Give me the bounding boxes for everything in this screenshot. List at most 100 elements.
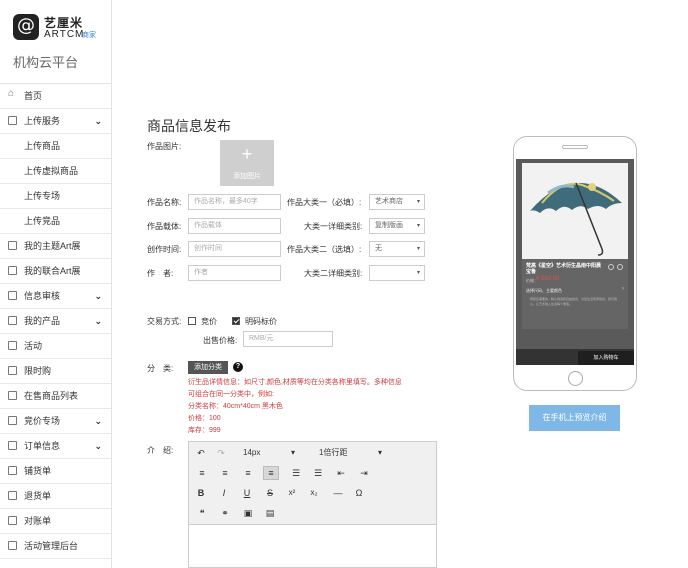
audit-icon	[8, 291, 17, 300]
sidebar-item[interactable]: 我的主题Art展	[0, 234, 111, 259]
fixed-price-checkbox[interactable]	[232, 317, 240, 325]
author-label: 作 者:	[147, 269, 174, 278]
sidebar-item[interactable]: 限时购	[0, 359, 111, 384]
activity-icon	[8, 341, 17, 350]
sidebar-item[interactable]: 我的产品 ⌄	[0, 309, 111, 334]
note-line: 库存：999	[188, 427, 221, 434]
video-icon[interactable]: ▤	[263, 507, 277, 519]
chevron-down-icon: ▾	[416, 223, 420, 229]
sidebar-subitem[interactable]: 上传商品	[0, 134, 111, 159]
cat2-detail-select[interactable]: ▾	[369, 265, 425, 281]
sidebar-item-label: 活动管理后台	[24, 541, 79, 551]
product-card: 梵高《星空》艺术衍生晶雨中阳晨宝鲁 价格： ¥ 580.00 选择尺码、主要颜色…	[522, 259, 628, 329]
sidebar-item-label: 在售商品列表	[24, 391, 79, 401]
sidebar-item-label: 首页	[24, 91, 43, 101]
time-label: 创作时间:	[147, 245, 182, 254]
sidebar-item[interactable]: 活动	[0, 334, 111, 359]
share-icon	[608, 264, 614, 270]
joint-icon	[8, 266, 17, 275]
sidebar-subitem[interactable]: 上传虚拟商品	[0, 159, 111, 184]
cat1-detail-value: 复制版画	[375, 222, 403, 229]
add-category-button[interactable]: 添加分类	[188, 361, 228, 374]
sidebar-item-label: 我的产品	[24, 316, 61, 326]
line-height-select[interactable]: 1倍行距	[319, 447, 347, 459]
sidebar-item-label: 竞价专场	[24, 416, 61, 426]
quote-icon[interactable]: ❝	[195, 507, 209, 519]
chevron-down-icon: ⌄	[94, 291, 102, 301]
indent-icon[interactable]: ⇥	[357, 467, 371, 479]
upload-image-button[interactable]: + 添加图片	[220, 140, 274, 186]
order-icon	[8, 441, 17, 450]
link-icon[interactable]: ⚭	[218, 507, 232, 519]
chevron-down-icon: ▾	[291, 448, 296, 457]
font-size-select[interactable]: 14px	[243, 447, 260, 459]
chevron-down-icon: ▾	[416, 270, 420, 276]
align-right-icon[interactable]: ≡	[241, 467, 255, 479]
product-price: ¥ 580.00	[536, 276, 560, 282]
subscript-icon[interactable]: x₂	[307, 487, 321, 499]
sidebar-item[interactable]: 信息审核 ⌄	[0, 284, 111, 309]
favorite-icon	[617, 264, 623, 270]
sidebar: @ 艺厘米 ARTCM 商家 机构云平台 ⌂ 首页 上传服务 ⌄ 上传商品 上传虚拟商品上…	[0, 0, 112, 568]
list-icon	[8, 391, 17, 400]
sidebar-item[interactable]: 对账单	[0, 509, 111, 534]
horizontal-rule-icon[interactable]: —	[331, 487, 345, 499]
doc-icon	[8, 516, 17, 525]
bold-icon[interactable]: B	[195, 487, 207, 499]
italic-icon[interactable]: I	[218, 487, 230, 499]
outdent-icon[interactable]: ⇤	[334, 467, 348, 479]
preview-on-phone-button[interactable]: 在手机上预览介绍	[529, 405, 620, 431]
chevron-down-icon: ⌄	[94, 316, 102, 326]
carrier-input[interactable]: 作品载体	[188, 218, 281, 234]
name-input[interactable]: 作品名称，最多40字	[188, 194, 281, 210]
sidebar-item[interactable]: 竞价专场 ⌄	[0, 409, 111, 434]
sidebar-subitem[interactable]: 上传专场	[0, 184, 111, 209]
note-line: 衍生品详情信息：如尺寸,颜色,材质等均在分类各称里填写。多种信息	[188, 379, 402, 386]
price-input[interactable]: RMB/元	[243, 331, 333, 347]
strikethrough-icon[interactable]: S	[264, 487, 276, 499]
chevron-down-icon: ⌄	[94, 116, 102, 126]
bullet-list-icon[interactable]: ☰	[289, 467, 303, 479]
doc-icon	[8, 491, 17, 500]
align-left-icon[interactable]: ≡	[195, 467, 209, 479]
sidebar-item-label: 上传竞品	[24, 216, 61, 226]
author-input[interactable]: 作者	[188, 265, 281, 281]
flash-icon	[8, 366, 17, 375]
help-icon[interactable]: ?	[233, 362, 243, 372]
numbered-list-icon[interactable]: ☰	[311, 467, 325, 479]
sidebar-item-label: 上传商品	[24, 141, 61, 151]
sidebar-item[interactable]: ⌂ 首页	[0, 84, 111, 109]
cat2-detail-label: 大类二详细类别:	[304, 269, 363, 278]
bid-checkbox[interactable]	[188, 317, 196, 325]
sidebar-item-label: 上传专场	[24, 191, 61, 201]
brand-tag: 商家	[82, 32, 96, 39]
cat2-label: 作品大类二（选填）:	[287, 245, 362, 254]
align-justify-icon[interactable]: ≡	[263, 466, 279, 480]
image-icon[interactable]: ▣	[241, 507, 255, 519]
cat1-detail-select[interactable]: 复制版画 ▾	[369, 218, 425, 234]
cat1-label: 作品大类一（必填）:	[287, 198, 362, 207]
upload-icon	[8, 116, 17, 125]
chevron-down-icon: ▾	[378, 448, 383, 457]
sidebar-item[interactable]: 活动管理后台	[0, 534, 111, 559]
underline-icon[interactable]: U	[241, 487, 253, 499]
redo-icon[interactable]: ↷	[215, 447, 227, 459]
sidebar-item[interactable]: 退货单	[0, 484, 111, 509]
superscript-icon[interactable]: x²	[285, 487, 299, 499]
sidebar-item[interactable]: 我的联合Art展	[0, 259, 111, 284]
sidebar-item[interactable]: 铺货单	[0, 459, 111, 484]
cat1-select[interactable]: 艺术商店 ▾	[369, 194, 425, 210]
cat2-select[interactable]: 无 ▾	[369, 241, 425, 257]
chevron-down-icon: ⌄	[94, 441, 102, 451]
sidebar-item[interactable]: 在售商品列表	[0, 384, 111, 409]
special-char-icon[interactable]: Ω	[352, 487, 366, 499]
sidebar-subitem[interactable]: 上传竞品	[0, 209, 111, 234]
cat2-value: 无	[375, 245, 382, 252]
sidebar-item[interactable]: 订单信息 ⌄	[0, 434, 111, 459]
chevron-down-icon: ⌄	[94, 416, 102, 426]
align-center-icon[interactable]: ≡	[218, 467, 232, 479]
undo-icon[interactable]: ↶	[195, 447, 207, 459]
time-input[interactable]: 创作时间	[188, 241, 281, 257]
note-line: 可组合在同一分类中，例如:	[188, 391, 274, 398]
sidebar-item[interactable]: 上传服务 ⌄	[0, 109, 111, 134]
